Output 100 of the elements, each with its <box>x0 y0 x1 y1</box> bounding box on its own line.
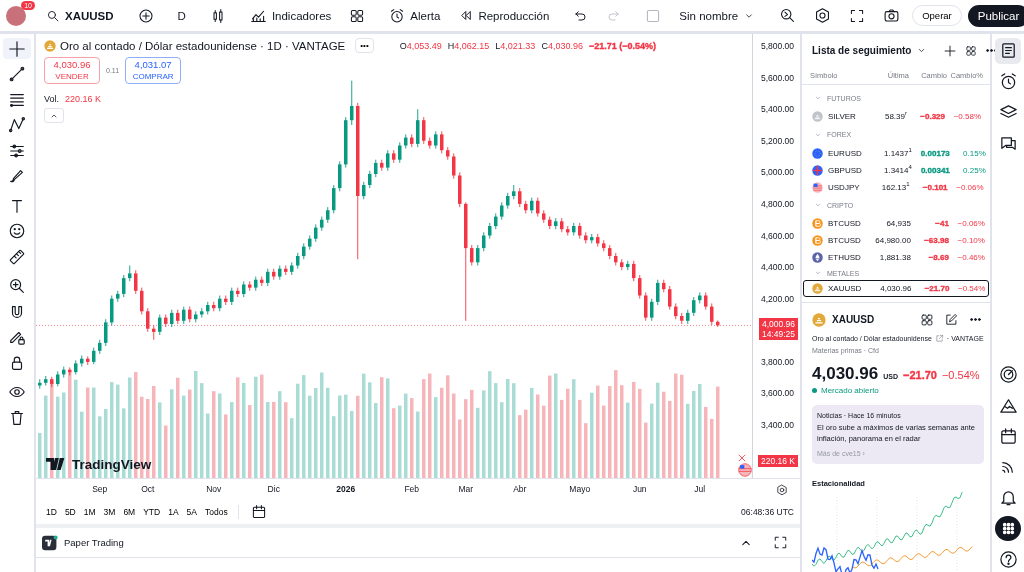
panel-title: Paper Trading <box>64 537 124 548</box>
last-price: 1.1437$^{1}$ <box>882 148 912 158</box>
watchlist-row[interactable]: XAUUSD 4,030.96 −21.70 −0.54% <box>803 279 989 297</box>
ether-icon <box>812 252 823 264</box>
indicators-button[interactable]: Indicadores <box>243 3 338 28</box>
smiley-icon <box>8 222 26 240</box>
volume-value: 220.16 K <box>65 94 102 104</box>
trash-icon <box>8 408 26 427</box>
date-label: Sep <box>92 484 108 494</box>
trade-button[interactable]: Operar <box>912 5 962 26</box>
percent-change: 0.15% <box>962 148 986 158</box>
bell-icon <box>998 488 1018 508</box>
last-price: 162.13$^{1}$ <box>880 182 910 192</box>
range-button[interactable]: 1A <box>164 504 183 520</box>
range-button[interactable]: 1M <box>79 504 100 520</box>
buy-button[interactable]: 4,031.07 COMPRAR <box>125 57 182 84</box>
bitcoin-icon <box>812 235 823 247</box>
crosshair-icon <box>8 39 26 58</box>
date-label: Jul <box>694 484 706 494</box>
checkbox-icon[interactable] <box>645 7 662 24</box>
last-price: 64,980.00 <box>874 236 911 246</box>
zigzag-icon <box>8 116 26 134</box>
last-price: 58.39$^{r}$ <box>883 112 907 122</box>
range-button[interactable]: 5D <box>60 504 80 520</box>
chart-title: Oro al contado / Dólar estadounidense · 1D · VANTAGE <box>60 39 346 52</box>
percent-change: 0.25% <box>962 165 986 175</box>
sell-button[interactable]: 4,030.96 VENDER <box>44 57 100 84</box>
candlestick <box>416 108 420 148</box>
watchlist-row[interactable]: EURUSD 1.1437$^{1}$ 0.00173 0.15% <box>803 144 989 162</box>
watchlist-row[interactable]: BTCUSD 64,980.00 −63.98 −0.10% <box>803 232 989 250</box>
range-button[interactable]: YTD <box>139 504 165 520</box>
mountain-icon <box>998 396 1018 415</box>
date-label: Dic <box>267 484 280 494</box>
date-label: Oct <box>141 484 155 494</box>
external-link-icon <box>934 334 944 343</box>
date-label: Mar <box>458 484 474 494</box>
range-button[interactable]: 5A <box>182 504 201 520</box>
settings-icon <box>776 484 788 496</box>
price-change: 0.00341 <box>919 165 950 175</box>
replay-button[interactable]: Reproducción <box>452 4 556 27</box>
alert-button[interactable]: Alerta <box>383 3 447 28</box>
candlestick <box>158 314 162 336</box>
price-change: −0.329 <box>919 112 945 122</box>
range-button[interactable]: 6M <box>119 504 140 520</box>
price-label: 4,600.00 <box>760 230 794 241</box>
trend-line-icon <box>8 65 26 83</box>
symbol-name: EURUSD <box>828 148 862 158</box>
range-button[interactable]: 3M <box>99 504 120 520</box>
range-button[interactable]: Todos <box>201 504 232 520</box>
coin-icon <box>812 282 823 294</box>
watchlist-menu[interactable]: Lista de seguimiento <box>812 45 928 56</box>
percent-change: −0.10% <box>956 236 985 246</box>
price-change: 0.00173 <box>919 148 950 158</box>
grid-icon <box>920 313 934 327</box>
volume-label: Vol. <box>44 94 59 104</box>
avatar[interactable] <box>6 5 26 26</box>
symbol-name: XAUUSD <box>832 314 875 326</box>
brush-icon <box>8 167 26 185</box>
percent-change: −0.54% <box>941 369 980 381</box>
sidebar-button[interactable] <box>995 515 1021 542</box>
ohlc-value: H4,062.15 <box>447 40 490 51</box>
price-change: −8.69 <box>927 253 949 263</box>
plus-icon <box>943 43 958 58</box>
more-button[interactable]: ••• <box>355 38 374 53</box>
coin-icon <box>44 39 56 52</box>
publish-button[interactable]: Publicar <box>967 4 1024 27</box>
grid-icon <box>349 7 366 24</box>
layout-menu[interactable]: Sin nombre <box>673 5 762 26</box>
last-price: 4,000.96 <box>761 319 795 330</box>
price-label: 5,400.00 <box>760 104 794 115</box>
add-icon <box>137 7 154 24</box>
symbol-name: GBPUSD <box>828 165 862 175</box>
sidebar-button[interactable] <box>995 38 1021 64</box>
range-button[interactable]: 1D <box>42 504 61 520</box>
percent-change: −0.06% <box>956 219 985 229</box>
symbol-name: XAUUSD <box>828 283 862 293</box>
watchlist-row[interactable]: ETHUSD 1,881.38 −8.69 −0.46% <box>803 249 989 267</box>
candlestick <box>638 274 642 300</box>
percent-change: −0.46% <box>956 253 985 263</box>
watchlist-row[interactable]: GBPUSD 1.3414$^{4}$ 0.00341 0.25% <box>803 161 989 179</box>
camera-icon <box>883 7 901 24</box>
last-price: 1.3414$^{4}$ <box>883 165 912 175</box>
candlestick <box>452 152 456 180</box>
candlestick <box>440 130 444 154</box>
price-label: 5,600.00 <box>760 72 794 83</box>
watchlist-row[interactable]: USDJPY 162.13$^{1}$ −0.101 −0.06% <box>803 178 989 196</box>
symbol-search[interactable]: XAUUSD <box>40 4 120 27</box>
flag-icon <box>812 147 823 159</box>
watchlist-row[interactable]: SILVER 58.39$^{r}$ −0.329 −0.58% <box>803 108 989 126</box>
percent-change: −0.06% <box>955 182 984 192</box>
interval-button[interactable]: D <box>171 5 192 26</box>
price-change: −63.98 <box>923 236 949 246</box>
candlestick <box>536 197 540 218</box>
last-price: 1,881.38 <box>878 253 911 263</box>
watchlist-row[interactable]: BTCUSD 64,935 −41 −0.06% <box>803 215 989 233</box>
search-icon <box>46 8 60 23</box>
candlestick <box>692 296 696 317</box>
coin-icon <box>812 313 826 327</box>
grid-icon <box>965 44 978 57</box>
fullscreen-icon <box>772 535 788 550</box>
